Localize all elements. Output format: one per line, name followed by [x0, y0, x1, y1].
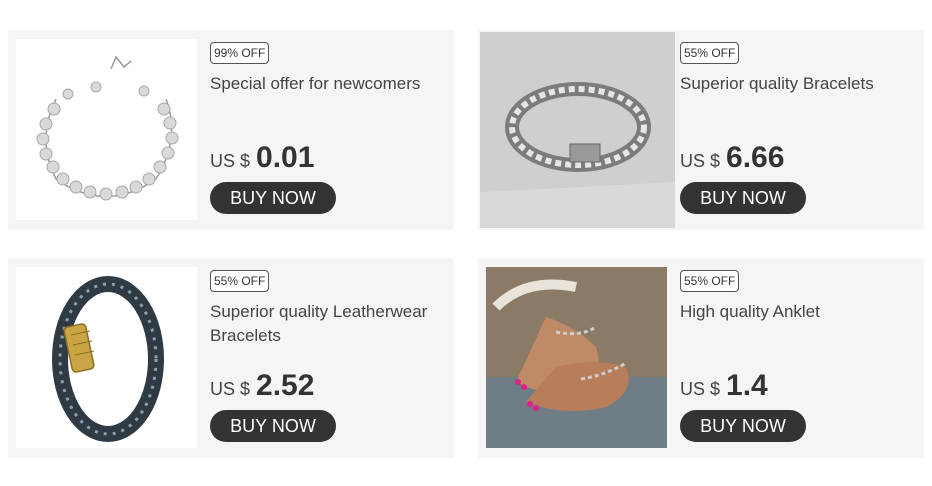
product-title[interactable]: High quality Anklet — [680, 300, 910, 348]
product-price: US $ 2.52 — [210, 369, 314, 403]
product-image-leather-bracelet[interactable] — [16, 267, 197, 448]
price-currency: US $ — [680, 151, 721, 171]
product-card[interactable]: 55% OFF Superior quality Bracelets US $ … — [478, 30, 924, 230]
discount-badge: 99% OFF — [210, 42, 270, 64]
buy-now-button[interactable]: BUY NOW — [680, 410, 806, 442]
product-price: US $ 6.66 — [680, 141, 784, 175]
product-card[interactable]: 99% OFF Special offer for newcomers US $… — [8, 30, 454, 230]
product-title[interactable]: Superior quality Leatherwear Bracelets — [210, 300, 440, 348]
price-currency: US $ — [680, 379, 721, 399]
product-image-anklet-coins[interactable] — [16, 39, 197, 220]
discount-badge: 55% OFF — [680, 270, 740, 292]
price-currency: US $ — [210, 151, 251, 171]
price-amount: 2.52 — [256, 369, 315, 402]
product-card[interactable]: 55% OFF High quality Anklet US $ 1.4 BUY… — [478, 258, 924, 458]
product-price: US $ 0.01 — [210, 141, 314, 175]
price-amount: 6.66 — [726, 141, 785, 174]
price-amount: 0.01 — [256, 141, 315, 174]
buy-now-button[interactable]: BUY NOW — [680, 182, 806, 214]
product-image-anklet-feet[interactable] — [486, 267, 667, 448]
discount-badge: 55% OFF — [680, 42, 740, 64]
product-title[interactable]: Special offer for newcomers — [210, 72, 440, 120]
product-price: US $ 1.4 — [680, 369, 768, 403]
product-image-chain-bracelet[interactable] — [480, 32, 675, 228]
discount-badge: 55% OFF — [210, 270, 270, 292]
buy-now-button[interactable]: BUY NOW — [210, 182, 336, 214]
product-title[interactable]: Superior quality Bracelets — [680, 72, 910, 120]
price-amount: 1.4 — [726, 369, 768, 402]
buy-now-button[interactable]: BUY NOW — [210, 410, 336, 442]
product-card[interactable]: 55% OFF Superior quality Leatherwear Bra… — [8, 258, 454, 458]
price-currency: US $ — [210, 379, 251, 399]
